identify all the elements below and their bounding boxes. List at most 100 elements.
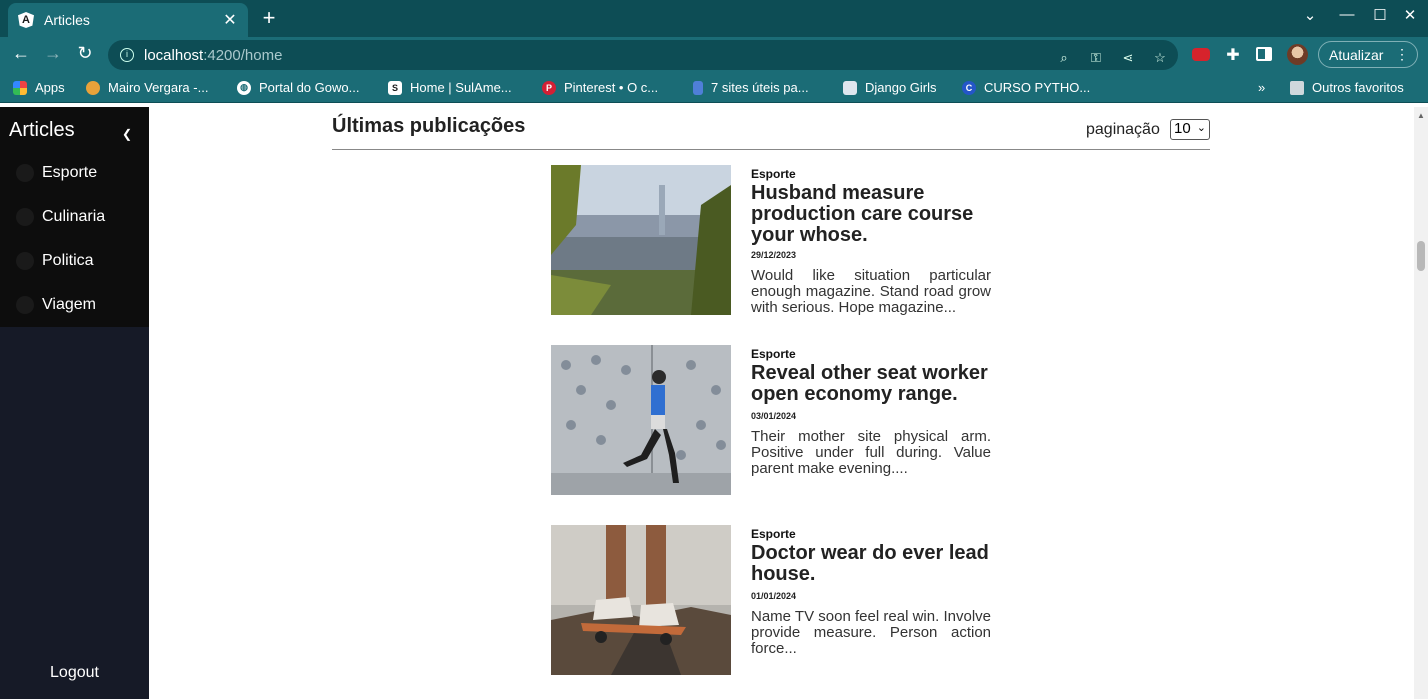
back-icon[interactable]: ← <box>9 43 33 64</box>
more-bookmarks-icon[interactable]: » <box>1258 80 1265 95</box>
update-button[interactable]: Atualizar ⋮ <box>1318 41 1418 68</box>
bookmark-label: Pinterest • O c... <box>564 80 659 95</box>
bookmarks-bar: Apps Mairo Vergara -... ◍ Portal do Gowo… <box>0 73 1428 103</box>
book-icon <box>843 80 857 95</box>
article-card[interactable]: Esporte Reveal other seat worker open ec… <box>551 345 991 495</box>
maximize-icon[interactable]: ☐ <box>1370 6 1390 24</box>
sidebar-menu: Articles ❮ Esporte Culinaria Politica Vi… <box>0 107 149 327</box>
share-icon[interactable]: ⋖ <box>1119 50 1137 66</box>
sidebar-title: Articles <box>9 119 75 141</box>
browser-toolbar: ← → ↻ i localhost :4200/home ⌕ ⚿ ⋖ ☆ ✚ A… <box>0 37 1428 73</box>
extensions-puzzle-icon[interactable]: ✚ <box>1224 45 1242 64</box>
bookmark-pinterest[interactable]: P Pinterest • O c... <box>542 80 658 95</box>
sidebar-item-label: Politica <box>42 252 94 269</box>
site-icon <box>86 80 100 95</box>
bookmark-label: Django Girls <box>865 80 937 95</box>
s-icon: S <box>388 80 402 95</box>
window-close-icon[interactable]: ✕ <box>1400 6 1420 24</box>
logout-button[interactable]: Logout <box>0 664 149 682</box>
scroll-up-arrow-icon[interactable]: ▲ <box>1417 111 1425 120</box>
article-title[interactable]: Doctor wear do ever lead house. <box>751 543 991 585</box>
bookmark-curso-python[interactable]: C CURSO PYTHO... <box>962 80 1090 95</box>
article-excerpt: Name TV soon feel real win. Involve prov… <box>751 608 991 657</box>
sidebar: Articles ❮ Esporte Culinaria Politica Vi… <box>0 107 149 699</box>
other-favorites-label: Outros favoritos <box>1312 80 1404 95</box>
sidebar-item-politica[interactable]: Politica <box>0 239 149 283</box>
article-card[interactable]: Esporte Husband measure production care … <box>551 165 991 316</box>
new-tab-icon[interactable]: + <box>258 6 280 30</box>
sidebar-item-label: Viagem <box>42 296 96 313</box>
bookmark-mairo[interactable]: Mairo Vergara -... <box>86 80 208 95</box>
pagination-select[interactable]: 10 ⌄ <box>1170 119 1210 140</box>
article-title[interactable]: Husband measure production care course y… <box>751 183 991 246</box>
sidebar-item-viagem[interactable]: Viagem <box>0 283 149 327</box>
browser-tab-bar: A Articles ✕ + ⌄ — ☐ ✕ <box>0 0 1428 37</box>
extension-red-icon[interactable] <box>1192 48 1210 61</box>
article-date: 01/01/2024 <box>751 591 797 601</box>
tab-search-icon[interactable]: ⌄ <box>1300 6 1320 24</box>
bookmark-icon <box>693 80 703 95</box>
article-excerpt: Their mother site physical arm. Positive… <box>751 428 991 477</box>
globe-icon: ◍ <box>237 80 251 95</box>
article-excerpt: Would like situation particular enough m… <box>751 267 991 316</box>
category-icon <box>16 252 34 270</box>
site-info-icon[interactable]: i <box>120 48 134 62</box>
other-favorites[interactable]: Outros favoritos <box>1290 80 1404 95</box>
reload-icon[interactable]: ↻ <box>73 43 97 64</box>
tab-title: Articles <box>44 12 90 28</box>
update-button-label: Atualizar <box>1329 46 1384 63</box>
star-bookmark-icon[interactable]: ☆ <box>1151 50 1169 66</box>
scrollbar-thumb[interactable] <box>1417 241 1425 271</box>
bookmark-label: Home | SulAme... <box>410 80 512 95</box>
article-card[interactable]: Esporte Doctor wear do ever lead house. … <box>551 525 991 675</box>
article-category: Esporte <box>751 167 796 181</box>
main-content: Últimas publicações paginação 10 ⌄ Espor… <box>149 107 1414 699</box>
article-category: Esporte <box>751 527 796 541</box>
angular-favicon-icon: A <box>18 12 34 28</box>
address-bar[interactable]: i localhost :4200/home ⌕ ⚿ ⋖ ☆ <box>108 40 1178 70</box>
category-icon <box>16 164 34 182</box>
bookmark-sulamerica[interactable]: S Home | SulAme... <box>388 80 512 95</box>
forward-icon[interactable]: → <box>41 43 65 64</box>
browser-tab[interactable]: A Articles ✕ <box>8 3 248 37</box>
side-panel-icon[interactable] <box>1256 47 1272 61</box>
bookmark-label: CURSO PYTHO... <box>984 80 1091 95</box>
apps-grid-icon <box>13 80 27 95</box>
bookmark-7sites[interactable]: 7 sites úteis pa... <box>693 80 809 95</box>
page-scrollbar[interactable]: ▲ <box>1414 107 1428 699</box>
menu-dots-icon[interactable]: ⋮ <box>1395 46 1409 63</box>
pagination-value: 10 <box>1174 120 1191 137</box>
sidebar-item-culinaria[interactable]: Culinaria <box>0 195 149 239</box>
page-title: Últimas publicações <box>332 115 526 137</box>
profile-avatar[interactable] <box>1287 44 1308 65</box>
folder-icon <box>1290 80 1304 95</box>
article-image-skateboard[interactable] <box>551 525 731 675</box>
bookmark-label: Apps <box>35 80 65 95</box>
article-date: 03/01/2024 <box>751 411 797 421</box>
bookmark-django-girls[interactable]: Django Girls <box>843 80 937 95</box>
url-host: localhost <box>144 46 204 64</box>
sidebar-item-label: Esporte <box>42 164 98 181</box>
key-icon[interactable]: ⚿ <box>1087 50 1105 66</box>
article-category: Esporte <box>751 347 796 361</box>
url-path: :4200/home <box>203 46 283 64</box>
article-date: 29/12/2023 <box>751 250 797 260</box>
category-icon <box>16 208 34 226</box>
collapse-chevron-icon[interactable]: ❮ <box>122 127 132 141</box>
pagination-label: paginação <box>1086 121 1160 138</box>
bookmark-label: 7 sites úteis pa... <box>711 80 809 95</box>
c-icon: C <box>962 80 976 95</box>
zoom-search-icon[interactable]: ⌕ <box>1055 50 1073 66</box>
divider <box>332 149 1210 150</box>
bookmark-label: Portal do Gowo... <box>259 80 360 95</box>
bookmark-portal[interactable]: ◍ Portal do Gowo... <box>237 80 359 95</box>
bookmark-label: Mairo Vergara -... <box>108 80 209 95</box>
article-image-runner[interactable] <box>551 345 731 495</box>
minimize-icon[interactable]: — <box>1337 6 1357 23</box>
close-tab-icon[interactable]: ✕ <box>222 10 238 30</box>
chevron-down-icon: ⌄ <box>1196 122 1206 134</box>
sidebar-item-esporte[interactable]: Esporte <box>0 151 149 195</box>
article-title[interactable]: Reveal other seat worker open economy ra… <box>751 363 991 405</box>
bookmark-apps[interactable]: Apps <box>13 80 65 95</box>
article-image-city[interactable] <box>551 165 731 315</box>
